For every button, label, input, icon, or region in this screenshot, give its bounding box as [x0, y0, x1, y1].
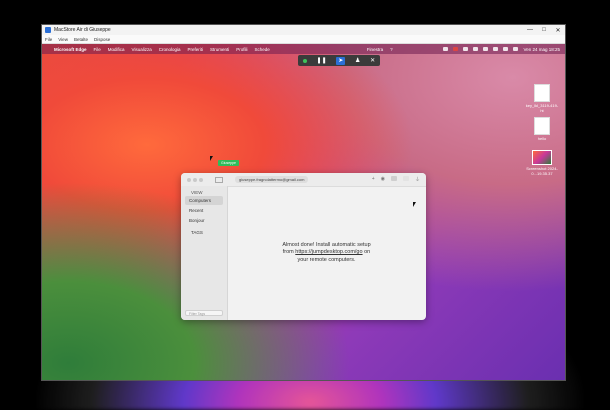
menubar-help[interactable]: ? — [390, 47, 393, 52]
menubar-schede[interactable]: Schede — [255, 47, 270, 52]
sidebar-header-tags: TAGS — [191, 230, 203, 235]
menu-file[interactable]: File — [45, 37, 52, 42]
close-dot[interactable] — [187, 177, 191, 182]
menubar-app-name[interactable]: Microsoft Edge — [54, 47, 87, 52]
search-icon[interactable] — [503, 47, 509, 51]
image-icon — [532, 150, 552, 165]
sidebar-header-view: VIEW — [191, 190, 203, 195]
sidebar-item-computers[interactable]: Computers — [185, 196, 223, 205]
status-icon-5[interactable] — [483, 47, 489, 51]
eye-icon[interactable]: ◉ — [381, 176, 385, 183]
menu-dispose[interactable]: Dispose — [94, 37, 110, 42]
status-icon-1[interactable] — [443, 47, 449, 51]
app-logo-icon — [45, 27, 51, 33]
setup-message: Almost done! Install automatic setup fro… — [227, 186, 426, 320]
menu-betalte[interactable]: Betalte — [74, 37, 88, 42]
pause-icon[interactable]: ❚❚ — [317, 57, 327, 64]
message-line-1: Almost done! Install automatic setup — [282, 241, 371, 248]
document-icon — [534, 117, 550, 135]
mouse-cursor — [210, 156, 213, 161]
menubar-profili[interactable]: Profili — [236, 47, 247, 52]
desktop-file-key[interactable]: key_lkl_3119-419-ht — [525, 84, 559, 113]
document-icon — [534, 84, 550, 102]
app-toolbar: giuseppe.fragnolattermo@gmail.com + ◉ ⏚ — [181, 173, 426, 187]
close-button[interactable]: ✕ — [551, 27, 565, 34]
desktop-file-hello[interactable]: hello — [525, 117, 559, 141]
setup-link[interactable]: https://jumpdesktop.com/go — [295, 249, 362, 255]
user-icon[interactable]: ♟ — [355, 57, 360, 64]
status-icon-3[interactable] — [463, 47, 469, 51]
message-line-2: from https://jumpdesktop.com/go on — [282, 249, 370, 257]
desktop-file-label: key_lkl_3119-419-ht — [525, 103, 559, 113]
minimize-button[interactable]: — — [523, 27, 537, 34]
cursor-user-tag: Giuseppe — [218, 160, 239, 166]
window-title: MacStore Air di Giuseppe — [54, 27, 111, 33]
desktop-file-screenshot[interactable]: Screenshot 2024-0...19.35.37 — [525, 150, 559, 176]
mouse-cursor-2 — [413, 202, 416, 207]
remote-control-toolbar: ❚❚ ➤ ♟ ✕ — [298, 55, 380, 66]
menu-view[interactable]: View — [58, 37, 68, 42]
menubar-preferiti[interactable]: Preferiti — [188, 47, 204, 52]
remote-desktop[interactable]: Microsoft Edge File Modifica Visualizza … — [42, 44, 565, 380]
control-center-icon[interactable] — [513, 47, 519, 51]
menubar-cronologia[interactable]: Cronologia — [159, 47, 181, 52]
window-titlebar: MacStore Air di Giuseppe — □ ✕ — [42, 25, 565, 35]
menubar-file[interactable]: File — [94, 47, 101, 52]
menubar-modifica[interactable]: Modifica — [108, 47, 125, 52]
desktop-file-label: hello — [537, 136, 547, 141]
list-view-icon[interactable] — [402, 176, 409, 181]
filter-icon[interactable]: ⏚ — [415, 176, 420, 183]
account-email[interactable]: giuseppe.fragnolattermo@gmail.com — [235, 176, 309, 183]
remote-window: MacStore Air di Giuseppe — □ ✕ File View… — [42, 25, 565, 380]
menubar-clock[interactable]: Ven 24 mag 18:25 — [523, 47, 560, 52]
menubar-status-area: Ven 24 mag 18:25 — [443, 47, 565, 52]
add-icon[interactable]: + — [372, 176, 375, 183]
message-line-3: your remote computers. — [297, 256, 356, 263]
zoom-dot[interactable] — [199, 177, 203, 182]
sidebar-item-recent[interactable]: Recent — [185, 206, 223, 215]
minimize-dot[interactable] — [193, 177, 197, 182]
window-menubar: File View Betalte Dispose — [42, 35, 565, 44]
jump-desktop-window: giuseppe.fragnolattermo@gmail.com + ◉ ⏚ … — [181, 173, 426, 320]
menubar-finestra[interactable]: Finestra — [367, 47, 383, 52]
traffic-lights — [187, 177, 203, 182]
message-on: on — [362, 249, 371, 256]
mac-menubar: Microsoft Edge File Modifica Visualizza … — [42, 44, 565, 54]
close-session-icon[interactable]: ✕ — [370, 57, 375, 64]
desktop-file-label: Screenshot 2024-0...19.35.37 — [526, 166, 558, 176]
pointer-icon[interactable]: ➤ — [336, 56, 346, 65]
wifi-icon[interactable] — [493, 47, 499, 51]
message-from: from — [282, 249, 296, 256]
menubar-strumenti[interactable]: Strumenti — [210, 47, 229, 52]
sidebar-toggle-icon[interactable] — [215, 176, 223, 183]
menubar-visualizza[interactable]: Visualizza — [132, 47, 152, 52]
status-icon-4[interactable] — [473, 47, 479, 51]
maximize-button[interactable]: □ — [537, 27, 551, 34]
status-icon-2[interactable] — [453, 47, 459, 51]
connection-status-icon — [302, 58, 307, 63]
tag-filter-input[interactable]: Filter Tags — [185, 310, 223, 316]
grid-view-icon[interactable] — [390, 176, 397, 181]
app-sidebar: VIEW Computers Recent Bonjour TAGS Filte… — [181, 186, 228, 320]
sidebar-item-bonjour[interactable]: Bonjour — [185, 216, 223, 225]
window-controls: — □ ✕ — [523, 27, 565, 34]
app-tools: + ◉ ⏚ — [372, 176, 426, 183]
